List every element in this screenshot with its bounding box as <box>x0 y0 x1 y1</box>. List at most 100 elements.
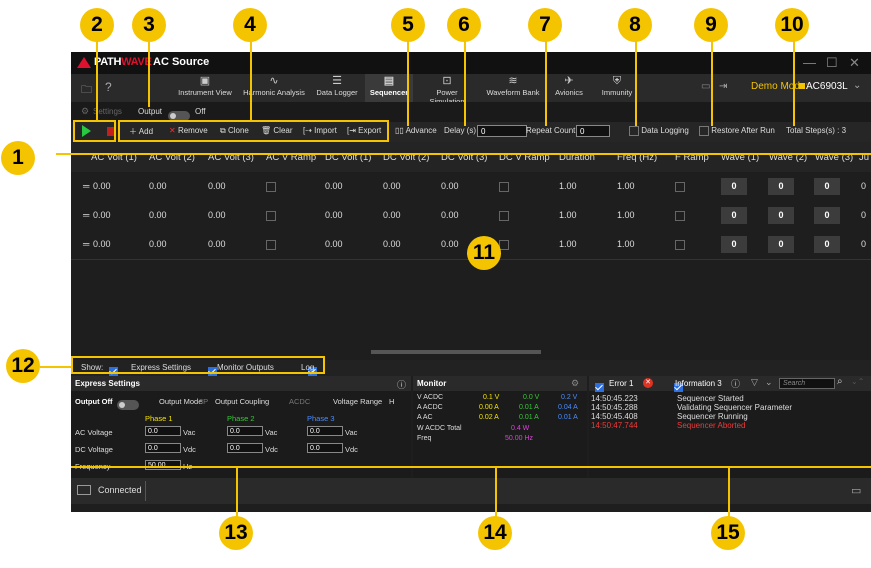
cell-dc-volt-3[interactable]: 0.00 <box>441 239 459 249</box>
cell-wave-2[interactable]: 0 <box>768 207 794 224</box>
data-logging-checkbox[interactable]: Data Logging <box>629 126 689 136</box>
exit-icon[interactable]: ⇥ <box>719 81 727 92</box>
gear-icon[interactable]: ⚙ <box>81 106 89 117</box>
cell-wave-1[interactable]: 0 <box>721 207 747 224</box>
cell-dc-volt-3[interactable]: 0.00 <box>441 181 459 191</box>
voltage-range-label: Voltage Range <box>333 397 383 406</box>
table-row[interactable]: ═ 0.00 0.00 0.00 0.00 0.00 0.00 1.00 1.0… <box>71 172 871 202</box>
filter-icon[interactable]: ▽ <box>751 377 758 388</box>
cell-f-ramp-checkbox[interactable] <box>675 240 685 250</box>
cell-duration[interactable]: 1.00 <box>559 239 577 249</box>
tab-data-logger[interactable]: ☰ Data Logger <box>313 74 361 102</box>
cell-ac-v-ramp-checkbox[interactable] <box>266 182 276 192</box>
cell-dc-v-ramp-checkbox[interactable] <box>499 182 509 192</box>
advance-button[interactable]: ▯▯ Advance <box>395 126 437 135</box>
tab-waveform-bank[interactable]: ≋ Waveform Bank <box>483 74 543 102</box>
chevron-down-icon[interactable]: ⌄ <box>853 80 861 91</box>
cell-freq[interactable]: 1.00 <box>617 239 635 249</box>
search-input[interactable]: Search <box>779 378 835 389</box>
info-icon[interactable]: ⓘ <box>397 378 406 391</box>
collapse-icon[interactable]: ⌄⌃ <box>851 377 864 386</box>
table-row[interactable]: ═ 0.00 0.00 0.00 0.00 0.00 0.00 1.00 1.0… <box>71 201 871 231</box>
output-mode-select[interactable]: 3P <box>199 397 208 406</box>
tab-instrument-view[interactable]: ▣ Instrument View <box>171 74 239 102</box>
callout-line-1-stub <box>56 153 72 155</box>
cell-dc-volt-1[interactable]: 0.00 <box>325 181 343 191</box>
cell-dc-v-ramp-checkbox[interactable] <box>499 211 509 221</box>
ac-voltage-phase3-input[interactable]: 0.0 <box>307 426 343 436</box>
ac-voltage-phase2-input[interactable]: 0.0 <box>227 426 263 436</box>
cell-wave-2[interactable]: 0 <box>768 236 794 253</box>
freq-label: Freq <box>417 435 432 442</box>
help-icon[interactable]: ? <box>105 80 112 94</box>
cell-ac-volt-2[interactable]: 0.00 <box>149 181 167 191</box>
tab-avionics[interactable]: ✈ Avionics <box>549 74 589 102</box>
cell-dc-volt-2[interactable]: 0.00 <box>383 181 401 191</box>
search-icon[interactable]: ⌕ <box>837 376 843 387</box>
vdc-unit: Vdc <box>265 445 278 454</box>
cell-ac-v-ramp-checkbox[interactable] <box>266 240 276 250</box>
cell-duration[interactable]: 1.00 <box>559 210 577 220</box>
cell-f-ramp-checkbox[interactable] <box>675 182 685 192</box>
tab-power-simulation[interactable]: ⊡Power Simulation <box>419 74 475 106</box>
error-filter-checkbox[interactable] <box>595 383 604 393</box>
delay-input[interactable]: 0 <box>477 125 527 137</box>
cell-dc-volt-2[interactable]: 0.00 <box>383 210 401 220</box>
express-output-toggle[interactable] <box>117 399 139 410</box>
advance-icon: ▯▯ <box>395 126 406 135</box>
cell-jump[interactable]: 0 <box>861 239 866 249</box>
cell-jump[interactable]: 0 <box>861 181 866 191</box>
cell-ac-volt-1[interactable]: 0.00 <box>93 239 111 249</box>
cell-dc-volt-2[interactable]: 0.00 <box>383 239 401 249</box>
maximize-icon[interactable]: ☐ <box>826 55 838 71</box>
log-entry: 14:50:45.223 Sequencer Started <box>591 394 744 403</box>
voltage-range-select[interactable]: H <box>389 397 394 406</box>
folder-icon[interactable]: 🗀 <box>81 81 92 100</box>
chat-icon[interactable]: ▭ <box>851 484 861 497</box>
gear-icon[interactable]: ⚙ <box>571 378 579 389</box>
cell-ac-volt-2[interactable]: 0.00 <box>149 239 167 249</box>
coupling-select[interactable]: ACDC <box>289 397 310 406</box>
cell-dc-volt-3[interactable]: 0.00 <box>441 210 459 220</box>
dc-voltage-phase3-input[interactable]: 0.0 <box>307 443 343 453</box>
drag-handle-icon[interactable]: ═ <box>83 181 89 191</box>
cell-wave-1[interactable]: 0 <box>721 178 747 195</box>
cell-ac-volt-3[interactable]: 0.00 <box>208 239 226 249</box>
tab-immunity[interactable]: ⛨ Immunity <box>595 74 639 102</box>
cell-jump[interactable]: 0 <box>861 210 866 220</box>
cell-ac-volt-1[interactable]: 0.00 <box>93 210 111 220</box>
cell-ac-volt-3[interactable]: 0.00 <box>208 210 226 220</box>
repeat-count-input[interactable]: 0 <box>576 125 610 137</box>
cell-wave-3[interactable]: 0 <box>814 207 840 224</box>
tab-sequencer[interactable]: ▤ Sequencer <box>365 74 413 102</box>
chevron-down-icon[interactable]: ⌄ <box>765 377 773 388</box>
dc-voltage-phase2-input[interactable]: 0.0 <box>227 443 263 453</box>
cell-freq[interactable]: 1.00 <box>617 210 635 220</box>
cell-ac-volt-3[interactable]: 0.00 <box>208 181 226 191</box>
horizontal-scrollbar[interactable] <box>371 350 541 354</box>
cell-wave-3[interactable]: 0 <box>814 178 840 195</box>
restore-after-run-checkbox[interactable]: Restore After Run <box>699 126 775 136</box>
cell-ac-v-ramp-checkbox[interactable] <box>266 211 276 221</box>
cell-wave-1[interactable]: 0 <box>721 236 747 253</box>
close-icon[interactable]: ✕ <box>849 55 860 71</box>
cell-ac-volt-1[interactable]: 0.00 <box>93 181 111 191</box>
device-selector[interactable]: AC6903L <box>806 81 848 92</box>
dc-voltage-phase1-input[interactable]: 0.0 <box>145 443 181 453</box>
frequency-input[interactable]: 50.00 <box>145 460 181 470</box>
screen-icon[interactable]: ▭ <box>701 81 710 92</box>
cell-wave-3[interactable]: 0 <box>814 236 840 253</box>
freq-value: 50.00 Hz <box>505 435 534 442</box>
cell-wave-2[interactable]: 0 <box>768 178 794 195</box>
log-list: 14:50:45.223 Sequencer Started 14:50:45.2… <box>591 394 869 444</box>
cell-f-ramp-checkbox[interactable] <box>675 211 685 221</box>
cell-dc-volt-1[interactable]: 0.00 <box>325 239 343 249</box>
minimize-icon[interactable]: — <box>803 55 816 70</box>
ac-voltage-phase1-input[interactable]: 0.0 <box>145 426 181 436</box>
drag-handle-icon[interactable]: ═ <box>83 210 89 220</box>
cell-duration[interactable]: 1.00 <box>559 181 577 191</box>
cell-dc-volt-1[interactable]: 0.00 <box>325 210 343 220</box>
cell-freq[interactable]: 1.00 <box>617 181 635 191</box>
drag-handle-icon[interactable]: ═ <box>83 239 89 249</box>
cell-ac-volt-2[interactable]: 0.00 <box>149 210 167 220</box>
